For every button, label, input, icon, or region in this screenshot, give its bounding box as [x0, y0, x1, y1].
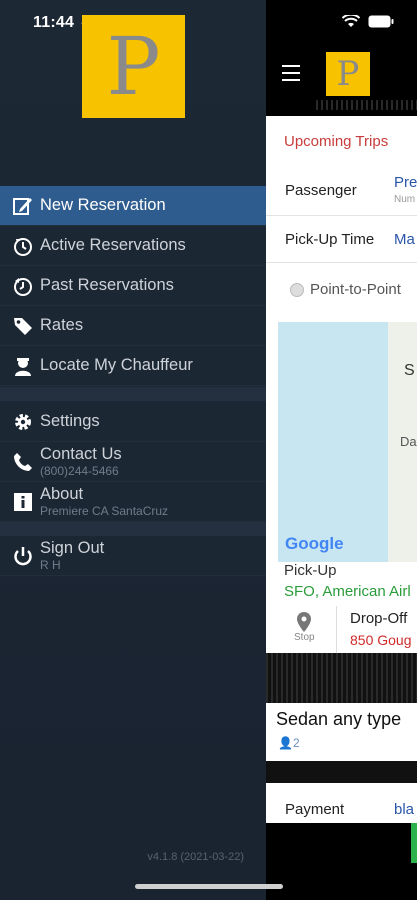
main-menu: New Reservation Active Reservations Past…	[0, 186, 266, 386]
menu-label: Sign Out	[40, 538, 105, 557]
menu-item-contact-us[interactable]: Contact Us (800)244-5466	[0, 442, 266, 482]
pickup-label: Pick-Up	[284, 562, 337, 579]
menu-item-rates[interactable]: Rates	[0, 306, 266, 346]
info-icon	[11, 490, 35, 514]
app-version: v4.1.8 (2021-03-22)	[147, 851, 244, 863]
menu-label: Active Reservations	[40, 236, 186, 254]
menu-item-about[interactable]: About Premiere CA SantaCruz	[0, 482, 266, 522]
divider	[316, 100, 417, 110]
menu-label: About	[40, 484, 84, 503]
map-label: S	[404, 362, 415, 379]
divider	[336, 606, 337, 653]
divider	[266, 761, 417, 783]
edit-icon	[11, 194, 35, 218]
tag-icon	[11, 314, 35, 338]
map-label: Da	[400, 434, 417, 449]
passenger-label: Passenger	[285, 182, 357, 199]
passenger-sub: Num	[394, 194, 416, 205]
passenger-row[interactable]: Passenger Pre Num	[266, 166, 417, 216]
history-icon	[11, 274, 35, 298]
pickup-location[interactable]: SFO, American Airl	[284, 583, 411, 600]
map-view[interactable]: S Da Google	[278, 322, 417, 562]
company-logo: P	[82, 15, 185, 118]
refresh-clock-icon	[11, 234, 35, 258]
bottom-bar	[266, 823, 417, 900]
payment-row[interactable]: Payment bla	[266, 783, 417, 823]
passenger-count: 👤2	[278, 736, 300, 750]
phone-icon	[11, 450, 35, 474]
hamburger-menu-icon[interactable]	[282, 65, 300, 81]
status-time: 11:44	[33, 14, 75, 31]
navigation-drawer: 11:44 ↗ P New Reservation Active Reserva…	[0, 0, 266, 900]
pickup-time-row[interactable]: Pick-Up Time Ma	[266, 216, 417, 263]
passenger-value: Pre	[394, 174, 417, 191]
upcoming-trips-link[interactable]: Upcoming Trips	[284, 133, 388, 150]
account-menu: Sign Out R H	[0, 536, 266, 576]
company-name: Premiere CA SantaCruz	[40, 503, 169, 518]
divider	[266, 653, 417, 703]
logo-letter: P	[336, 54, 360, 94]
settings-menu: Settings Contact Us (800)244-5466 About …	[0, 402, 266, 522]
menu-item-active-reservations[interactable]: Active Reservations	[0, 226, 266, 266]
gear-icon	[11, 410, 35, 434]
reservation-form: Upcoming Trips Passenger Pre Num Pick-Up…	[266, 116, 417, 653]
map-pin-icon	[297, 612, 312, 632]
contact-phone-number: (800)244-5466	[40, 463, 119, 478]
reservation-screen: P Upcoming Trips Passenger Pre Num Pick-…	[266, 0, 417, 900]
menu-item-settings[interactable]: Settings	[0, 402, 266, 442]
power-icon	[11, 544, 35, 568]
wifi-icon	[342, 15, 360, 27]
passenger-count-value: 2	[292, 736, 300, 750]
menu-item-new-reservation[interactable]: New Reservation	[0, 186, 266, 226]
payment-value: bla	[394, 801, 415, 818]
menu-label: Contact Us	[40, 444, 122, 463]
menu-item-past-reservations[interactable]: Past Reservations	[0, 266, 266, 306]
google-logo: Google	[285, 534, 344, 553]
menu-label: New Reservation	[40, 196, 166, 214]
menu-item-sign-out[interactable]: Sign Out R H	[0, 536, 266, 576]
user-initials: R H	[40, 557, 61, 572]
vehicle-card[interactable]: Sedan any type 👤2	[266, 703, 417, 761]
menu-label: Settings	[40, 412, 100, 430]
dropoff-location[interactable]: 850 Goug	[350, 632, 412, 648]
point-to-point-radio[interactable]: Point-to-Point	[290, 281, 401, 298]
menu-divider	[0, 387, 266, 401]
radio-label: Point-to-Point	[310, 281, 401, 298]
logo-letter: P	[106, 19, 161, 113]
add-stop-button[interactable]: Stop	[294, 612, 315, 643]
payment-label: Payment	[285, 801, 345, 818]
menu-label: Locate My Chauffeur	[40, 356, 193, 374]
battery-icon	[368, 15, 394, 28]
menu-label: Past Reservations	[40, 276, 174, 294]
status-icons	[342, 15, 394, 28]
home-indicator	[135, 884, 283, 889]
header-logo: P	[326, 52, 370, 96]
menu-label: Rates	[40, 316, 84, 334]
submit-button[interactable]	[411, 823, 417, 863]
pickup-time-label: Pick-Up Time	[285, 231, 375, 248]
pickup-time-value: Ma	[394, 231, 415, 248]
stop-label: Stop	[294, 632, 315, 643]
menu-item-locate-chauffeur[interactable]: Locate My Chauffeur	[0, 346, 266, 386]
dropoff-label: Drop-Off	[350, 610, 408, 627]
menu-divider	[0, 522, 266, 536]
vehicle-title: Sedan any type	[276, 709, 402, 729]
radio-dot	[290, 282, 304, 297]
chauffeur-icon	[11, 354, 35, 378]
